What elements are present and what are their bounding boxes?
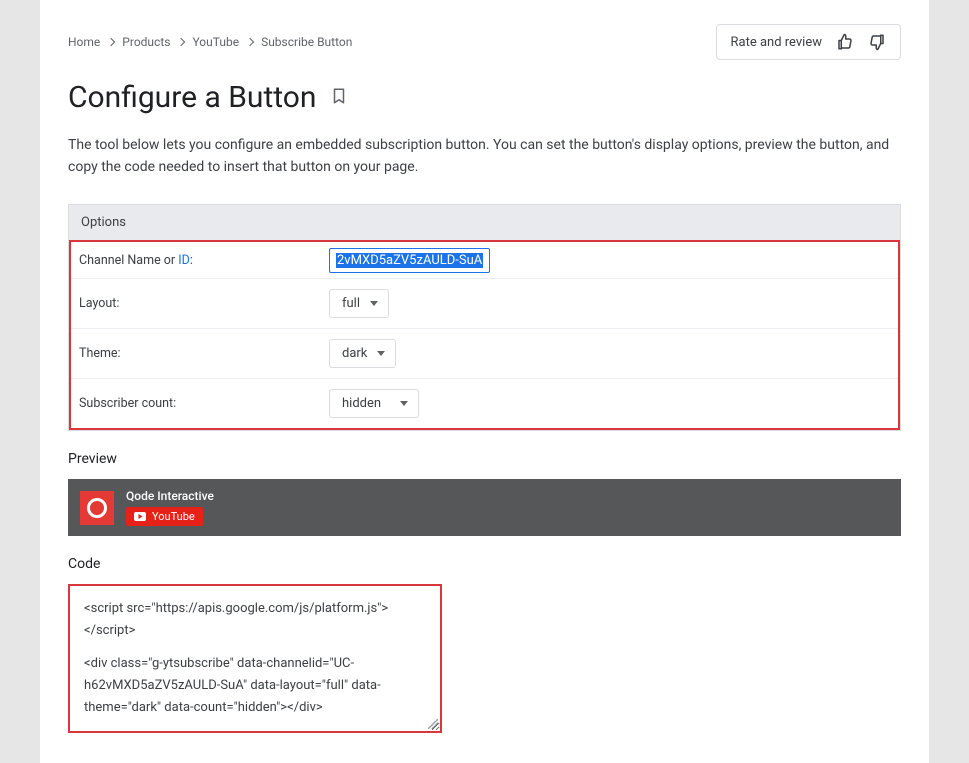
theme-select[interactable]: dark xyxy=(329,339,396,368)
breadcrumb: Home Products YouTube Subscribe Button xyxy=(68,35,352,49)
breadcrumb-home[interactable]: Home xyxy=(68,35,100,49)
youtube-icon xyxy=(134,512,146,521)
chevron-right-icon xyxy=(177,38,185,46)
subcount-label: Subscriber count: xyxy=(79,396,329,411)
thumbs-down-icon[interactable] xyxy=(868,33,886,51)
preview-channel-name: Qode Interactive xyxy=(126,489,214,503)
subcount-select[interactable]: hidden xyxy=(329,389,419,418)
code-line-2: <div class="g-ytsubscribe" data-channeli… xyxy=(84,653,426,719)
thumbs-up-icon[interactable] xyxy=(836,33,854,51)
option-row-layout: Layout: full xyxy=(71,279,898,329)
theme-label: Theme: xyxy=(79,346,329,361)
chevron-down-icon xyxy=(400,401,408,406)
bookmark-icon[interactable] xyxy=(330,87,348,109)
option-row-theme: Theme: dark xyxy=(71,329,898,379)
code-textarea[interactable]: <script src="https://apis.google.com/js/… xyxy=(68,584,442,732)
preview-box: Qode Interactive YouTube xyxy=(68,479,901,536)
preview-heading: Preview xyxy=(68,451,901,467)
chevron-down-icon xyxy=(377,351,385,356)
breadcrumb-current: Subscribe Button xyxy=(261,35,352,49)
rate-label: Rate and review xyxy=(731,35,822,50)
intro-text: The tool below lets you configure an emb… xyxy=(68,135,901,178)
chevron-right-icon xyxy=(246,38,254,46)
options-heading: Options xyxy=(69,205,900,240)
channel-input[interactable]: 2vMXD5aZV5zAULD-SuA xyxy=(329,248,490,273)
option-row-subcount: Subscriber count: hidden xyxy=(71,379,898,428)
youtube-subscribe-button[interactable]: YouTube xyxy=(126,507,203,526)
channel-label: Channel Name or ID: xyxy=(79,253,329,268)
channel-id-link[interactable]: ID xyxy=(178,253,190,268)
page-title: Configure a Button xyxy=(68,80,316,115)
option-row-channel: Channel Name or ID: 2vMXD5aZV5zAULD-SuA xyxy=(71,242,898,279)
rate-and-review: Rate and review xyxy=(716,24,901,60)
layout-select[interactable]: full xyxy=(329,289,389,318)
code-line-1: <script src="https://apis.google.com/js/… xyxy=(84,598,426,642)
layout-label: Layout: xyxy=(79,296,329,311)
chevron-right-icon xyxy=(107,38,115,46)
breadcrumb-youtube[interactable]: YouTube xyxy=(192,35,239,49)
channel-avatar xyxy=(80,491,114,525)
code-heading: Code xyxy=(68,556,901,572)
chevron-down-icon xyxy=(370,301,378,306)
options-panel: Options Channel Name or ID: 2vMXD5aZV5zA… xyxy=(68,204,901,431)
breadcrumb-products[interactable]: Products xyxy=(122,35,170,49)
